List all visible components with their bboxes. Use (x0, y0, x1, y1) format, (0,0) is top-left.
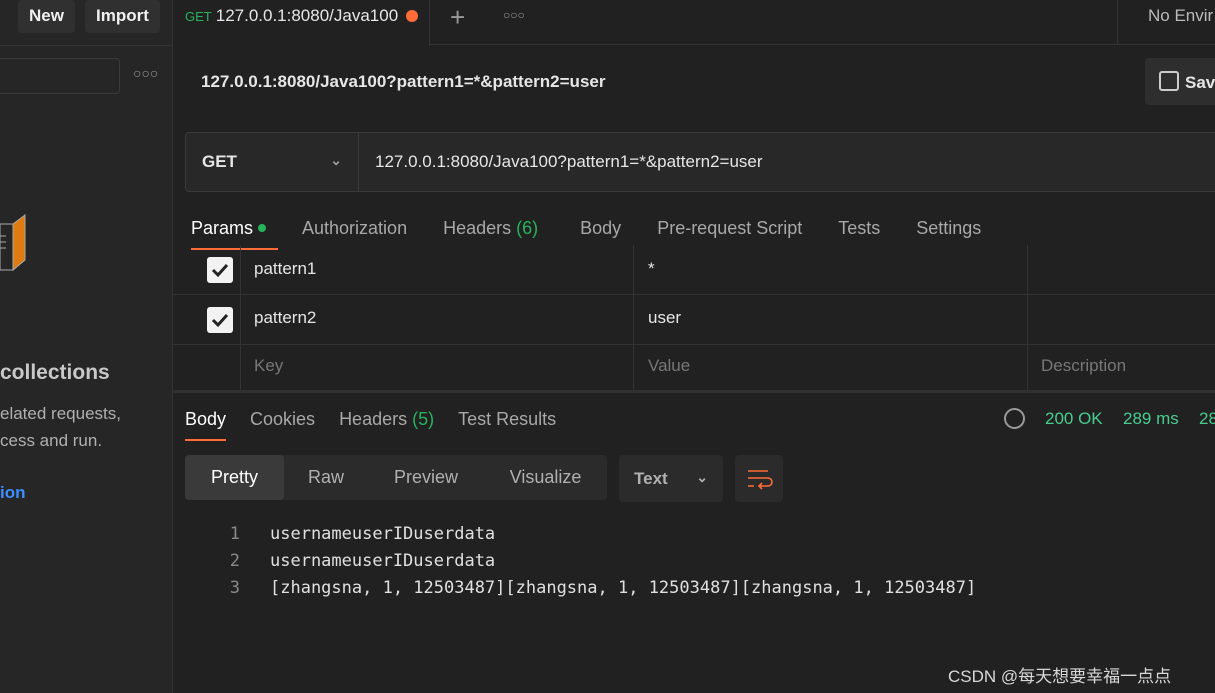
column-divider (240, 245, 241, 294)
preview-button[interactable]: Preview (368, 455, 484, 500)
code-text: [zhangsna, 1, 12503487][zhangsna, 1, 125… (270, 578, 977, 598)
param-value[interactable]: * (648, 259, 655, 279)
param-row-empty: Key Value Description (173, 345, 1215, 393)
response-headers-count: (5) (412, 409, 435, 429)
tab-method: GET (185, 9, 212, 24)
column-divider (633, 245, 634, 294)
chevron-down-icon: ⌄ (330, 152, 342, 168)
tab-response-body[interactable]: Body (185, 409, 227, 441)
tab-more-icon[interactable]: ○○○ (503, 8, 525, 22)
column-divider (1027, 345, 1028, 390)
chevron-down-icon: ⌄ (696, 469, 708, 485)
view-mode-group: Pretty Raw Preview Visualize (185, 455, 607, 500)
code-text: usernameuserIDuserdata (270, 551, 496, 571)
tab-response-headers-label: Headers (339, 409, 408, 429)
line-number: 1 (229, 524, 240, 544)
status-code[interactable]: 200 OK (1045, 409, 1103, 429)
checkbox-checked-icon[interactable] (207, 307, 233, 333)
environment-select[interactable]: No Envir (1148, 6, 1213, 26)
tab-settings[interactable]: Settings (916, 218, 981, 239)
param-value[interactable]: user (648, 308, 681, 328)
param-key[interactable]: pattern1 (254, 259, 316, 279)
empty-desc-1: elated requests, (0, 404, 121, 423)
visualize-button[interactable]: Visualize (484, 455, 607, 500)
response-body[interactable]: 1 usernameuserIDuserdata 2 usernameuserIDu… (200, 521, 976, 602)
line-number: 3 (229, 578, 240, 598)
code-line: 1 usernameuserIDuserdata (200, 521, 976, 548)
value-input[interactable]: Value (648, 356, 690, 376)
tab-response-body-label: Body (185, 409, 227, 429)
raw-button[interactable]: Raw (284, 455, 368, 500)
key-input[interactable]: Key (254, 356, 283, 376)
tab-pre-request-script[interactable]: Pre-request Script (657, 218, 802, 239)
active-tab-underline (185, 439, 227, 441)
pretty-button[interactable]: Pretty (185, 455, 284, 500)
column-divider (1027, 245, 1028, 294)
empty-desc-2: cess and run. (0, 431, 103, 450)
param-row: pattern2 user (173, 295, 1215, 345)
tab-params[interactable]: Params (191, 218, 279, 250)
url-bar: GET ⌄ 127.0.0.1:8080/Java100?pattern1=*&p… (185, 132, 1215, 192)
column-divider (240, 295, 241, 344)
divider (1117, 0, 1118, 45)
save-button[interactable]: Sav (1145, 58, 1215, 105)
response-tabs: Body Cookies Headers (5) Test Results (185, 409, 556, 441)
column-divider (633, 345, 634, 390)
save-icon (1159, 71, 1179, 91)
import-button[interactable]: Import (85, 0, 160, 33)
column-divider (1027, 295, 1028, 344)
checkbox-checked-icon[interactable] (207, 257, 233, 283)
code-text: usernameuserIDuserdata (270, 524, 496, 544)
globe-icon[interactable] (1004, 408, 1025, 429)
ellipsis-icon[interactable]: ○○○ (133, 65, 158, 81)
code-line: 2 usernameuserIDuserdata (200, 548, 976, 575)
tab-headers[interactable]: Headers (6) (443, 218, 538, 239)
format-label: Text (634, 469, 668, 488)
divider (0, 45, 173, 46)
method-label: GET (202, 152, 237, 171)
param-key[interactable]: pattern2 (254, 308, 316, 328)
params-active-dot-icon (258, 224, 267, 232)
tab-params-label: Params (191, 218, 254, 238)
tab-response-headers[interactable]: Headers (5) (339, 409, 434, 430)
response-time[interactable]: 289 ms (1123, 409, 1179, 429)
url-input[interactable]: 127.0.0.1:8080/Java100?pattern1=*&patter… (375, 152, 763, 172)
tab-title: 127.0.0.1:8080/Java100 (215, 6, 399, 25)
response-size[interactable]: 28 (1199, 409, 1215, 429)
empty-heading: collections (0, 361, 110, 384)
save-label: Sav (1185, 73, 1215, 92)
tab-body[interactable]: Body (580, 218, 621, 239)
new-tab-plus-icon[interactable]: + (450, 2, 465, 33)
search-input[interactable] (0, 58, 120, 94)
line-number: 2 (229, 551, 240, 571)
tab-cookies[interactable]: Cookies (250, 409, 315, 430)
collection-illustration-icon (0, 214, 26, 272)
tab-tests[interactable]: Tests (838, 218, 880, 239)
headers-count: (6) (516, 218, 539, 238)
method-select[interactable]: GET ⌄ (186, 133, 359, 191)
request-name: 127.0.0.1:8080/Java100?pattern1=*&patter… (201, 72, 606, 91)
sidebar: New Import ○○○ collections elated reques… (0, 0, 173, 693)
tab-headers-label: Headers (443, 218, 512, 238)
format-select[interactable]: Text ⌄ (619, 455, 723, 502)
new-button[interactable]: New (18, 0, 75, 33)
wrap-lines-icon (748, 470, 773, 490)
watermark: CSDN @每天想要幸福一点点 (948, 667, 1172, 686)
param-row: pattern1 * (173, 245, 1215, 295)
wrap-lines-button[interactable] (735, 455, 783, 502)
tab-authorization[interactable]: Authorization (302, 218, 407, 239)
tab-test-results[interactable]: Test Results (458, 409, 556, 430)
column-divider (633, 295, 634, 344)
request-tab[interactable]: GET 127.0.0.1:8080/Java100 (173, 0, 430, 46)
code-line: 3 [zhangsna, 1, 12503487][zhangsna, 1, 12… (200, 575, 976, 602)
request-tabs: Params Authorization Headers (6) Body Pr… (191, 218, 981, 250)
column-divider (240, 345, 241, 390)
unsaved-dot-icon (406, 10, 419, 22)
description-input[interactable]: Description (1041, 356, 1126, 376)
create-collection-link[interactable]: ion (0, 483, 26, 503)
